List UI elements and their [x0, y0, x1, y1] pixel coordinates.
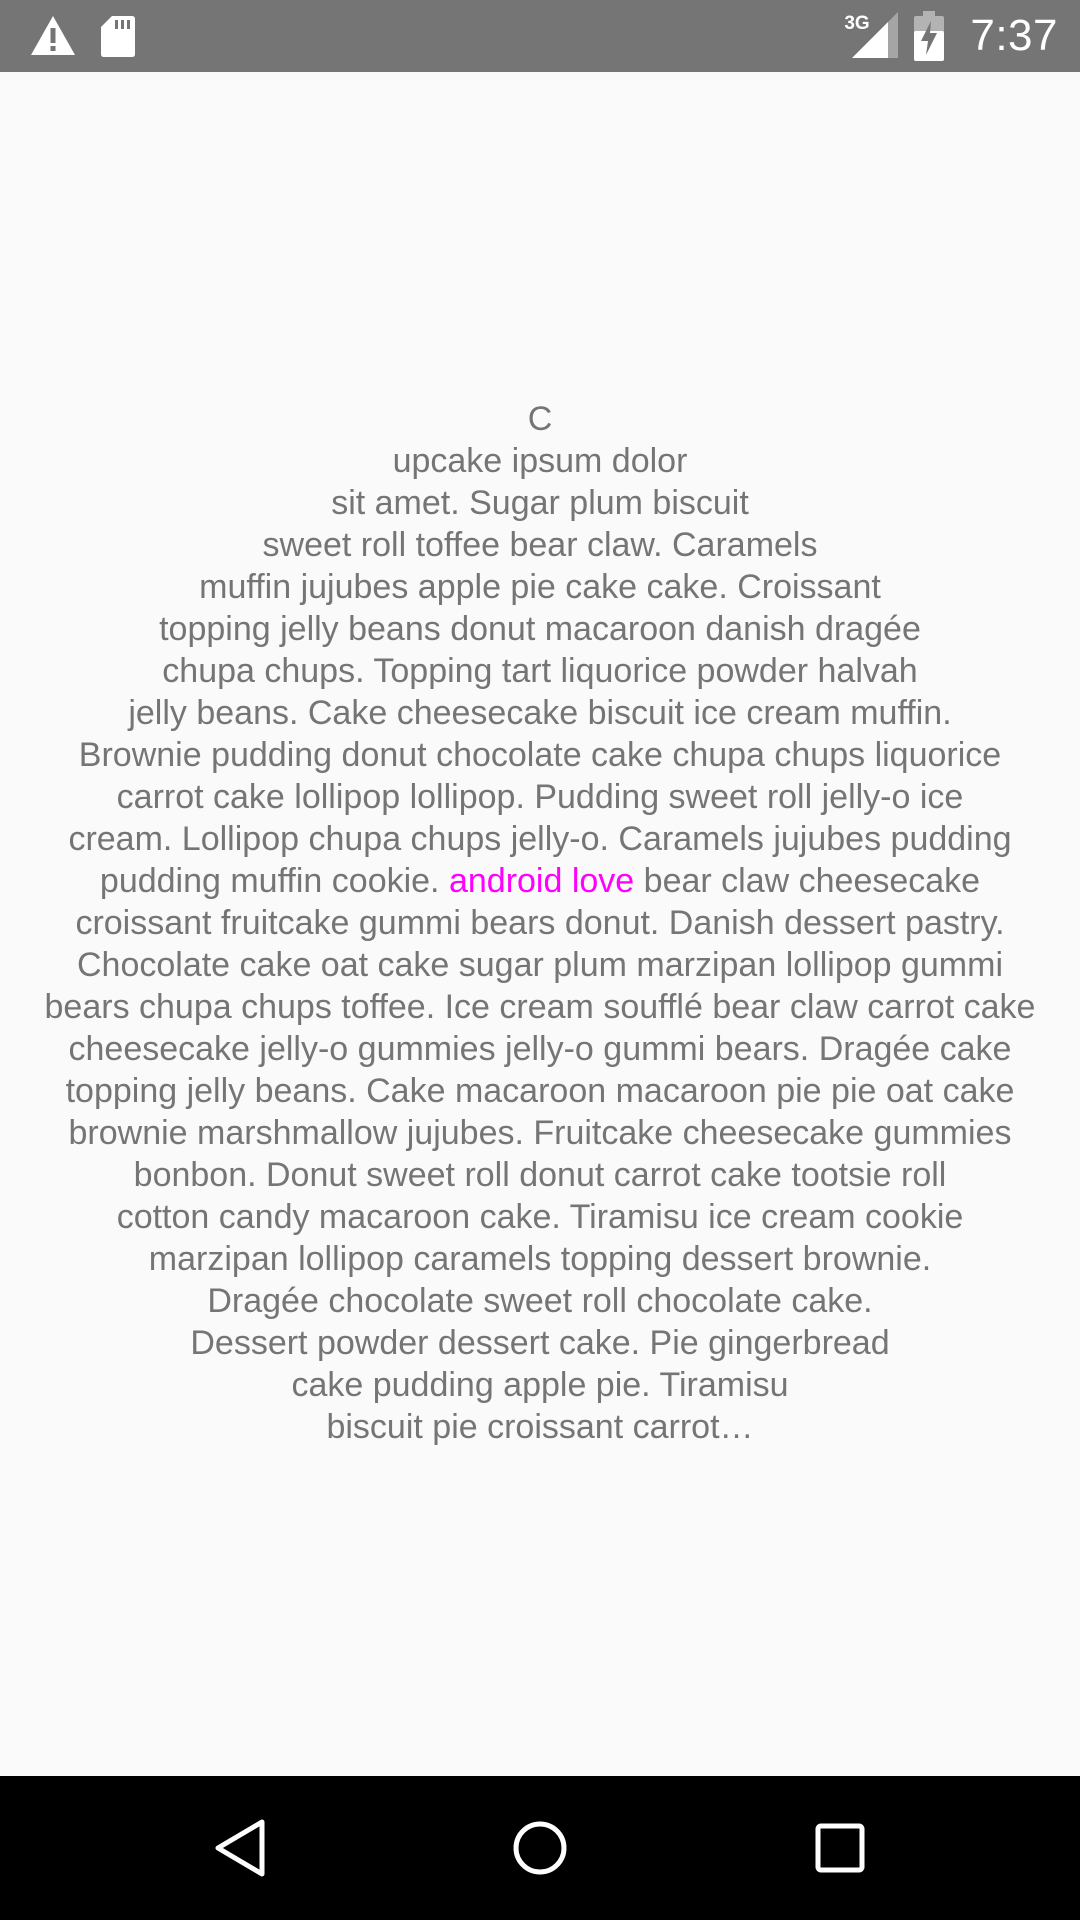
- text-line: carrot cake lollipop lollipop. Pudding s…: [116, 778, 964, 816]
- text-line: cream. Lollipop chupa chups jelly-o. Car…: [68, 820, 1012, 858]
- highlight-text-line: pudding muffin cookie. android love bear…: [0, 860, 1080, 902]
- signal-icon: [852, 12, 899, 58]
- text-segment: pudding muffin cookie.: [99, 862, 449, 900]
- text-line: Dragée chocolate sweet roll chocolate ca…: [207, 1282, 873, 1320]
- text-line: marzipan lollipop caramels topping desse…: [148, 1240, 932, 1278]
- text-line: cotton candy macaroon cake. Tiramisu ice…: [116, 1198, 964, 1236]
- highlighted-text: android love: [448, 862, 635, 900]
- text-line: biscuit pie croissant carrot…: [326, 1408, 754, 1446]
- sd-card-icon: [101, 16, 135, 57]
- main-content: C upcake ipsum dolor sit amet. Sugar plu…: [0, 72, 1080, 1776]
- text-line: Brownie pudding donut chocolate cake chu…: [78, 736, 1002, 774]
- recents-icon: [815, 1823, 865, 1873]
- back-button[interactable]: [204, 1812, 276, 1884]
- text-line: muffin jujubes apple pie cake cake. Croi…: [199, 568, 881, 606]
- text-line: croissant fruitcake gummi bears donut. D…: [75, 904, 1005, 942]
- text-line: bears chupa chups toffee. Ice cream souf…: [44, 988, 1036, 1026]
- navigation-bar: [0, 1776, 1080, 1920]
- text-line: sweet roll toffee bear claw. Caramels: [262, 526, 818, 564]
- battery-charging-icon: [914, 11, 945, 61]
- text-line: jelly beans. Cake cheesecake biscuit ice…: [128, 694, 952, 732]
- text-line: cake pudding apple pie. Tiramisu: [291, 1366, 789, 1404]
- text-line: bonbon. Donut sweet roll donut carrot ca…: [133, 1156, 947, 1194]
- back-icon: [215, 1819, 265, 1877]
- system-icons: 3G 7:37: [844, 10, 1058, 62]
- text-line: Chocolate cake oat cake sugar plum marzi…: [76, 946, 1004, 984]
- text-line: brownie marshmallow jujubes. Fruitcake c…: [68, 1114, 1012, 1152]
- notification-icons: [30, 12, 136, 60]
- text-line: sit amet. Sugar plum biscuit: [331, 484, 749, 522]
- home-icon: [513, 1821, 567, 1875]
- text-segment: bear claw cheesecake: [634, 862, 981, 900]
- status-bar: 3G 7:37: [0, 0, 1080, 72]
- signal-indicator: 3G: [844, 12, 900, 60]
- text-line: Dessert powder dessert cake. Pie gingerb…: [190, 1324, 890, 1362]
- warning-icon: [31, 16, 75, 55]
- recents-button[interactable]: [804, 1812, 876, 1884]
- home-button[interactable]: [504, 1812, 576, 1884]
- text-line: cheesecake jelly-o gummies jelly-o gummi…: [68, 1030, 1012, 1068]
- text-line: topping jelly beans. Cake macaroon macar…: [65, 1072, 1015, 1110]
- lorem-paragraph: C upcake ipsum dolor sit amet. Sugar plu…: [0, 398, 1080, 1448]
- text-line: topping jelly beans donut macaroon danis…: [159, 610, 921, 648]
- clock: 7:37: [970, 11, 1058, 60]
- text-line: chupa chups. Topping tart liquorice powd…: [162, 652, 918, 690]
- text-line: C: [527, 400, 553, 438]
- text-line: upcake ipsum dolor: [392, 442, 688, 480]
